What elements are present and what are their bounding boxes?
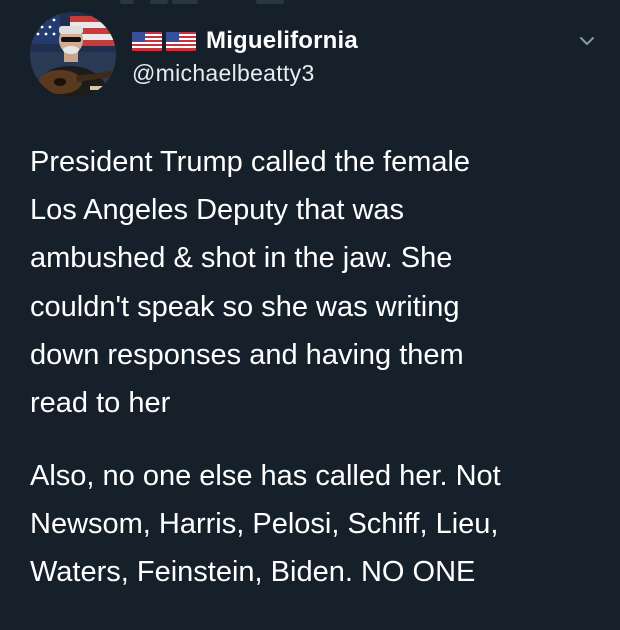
tweet-text-line: Newsom, Harris, Pelosi, Schiff, Lieu, bbox=[30, 508, 499, 541]
avatar-image bbox=[30, 12, 116, 98]
tweet-header: Miguelifornia @michaelbeatty3 bbox=[132, 26, 592, 87]
tweet-text-line: read to her bbox=[30, 387, 171, 420]
us-flag-icon bbox=[166, 31, 196, 51]
us-flag-icon bbox=[132, 31, 162, 51]
tweet-text-line: Waters, Feinstein, Biden. NO ONE bbox=[30, 556, 476, 589]
tweet-text-line: down responses and having them bbox=[30, 338, 464, 371]
tweet-text-line: ambushed & shot in the jaw. She bbox=[30, 242, 453, 275]
tweet-text-paragraph-1: President Trump called the female Los An… bbox=[30, 138, 602, 427]
tweet-text-paragraph-2: Also, no one else has called her. Not Ne… bbox=[30, 452, 602, 597]
author-display-name[interactable]: Miguelifornia bbox=[206, 27, 358, 55]
tweet-text-line: Also, no one else has called her. Not bbox=[30, 460, 501, 492]
tweet-text-line: Los Angeles Deputy that was bbox=[30, 194, 405, 227]
tweet-text-line: couldn't speak so she was writing bbox=[30, 290, 460, 323]
author-name-row[interactable]: Miguelifornia bbox=[132, 26, 592, 56]
previous-tweet-edge bbox=[0, 0, 620, 8]
tweet-card: Miguelifornia @michaelbeatty3 President … bbox=[0, 0, 620, 630]
tweet-text-line: President Trump called the female bbox=[30, 146, 471, 178]
author-handle[interactable]: @michaelbeatty3 bbox=[132, 60, 592, 87]
avatar[interactable] bbox=[30, 12, 116, 98]
chevron-down-icon[interactable] bbox=[576, 30, 598, 52]
